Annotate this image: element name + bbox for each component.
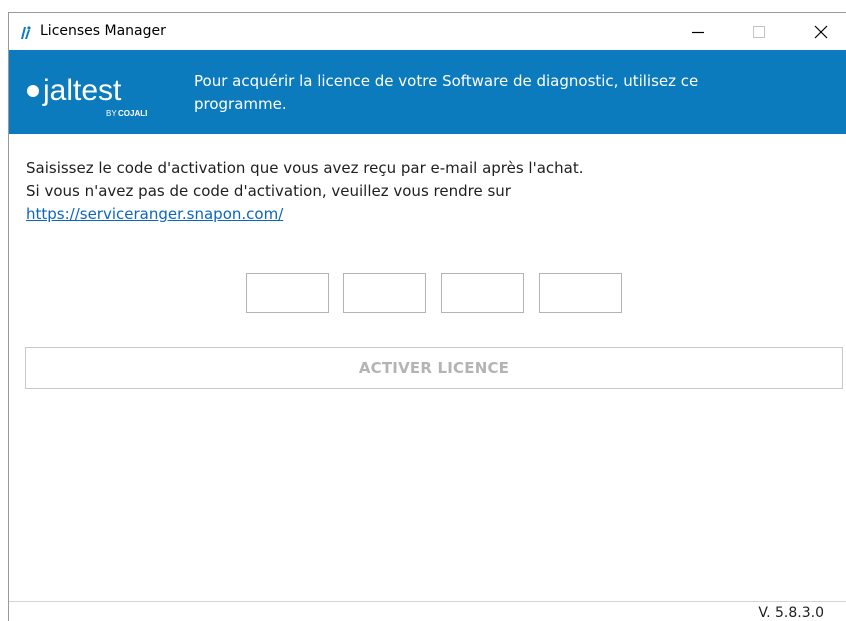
logo-text: jaltest (42, 74, 122, 107)
minimize-icon (692, 31, 704, 33)
footer-divider (9, 601, 846, 602)
minimize-button[interactable] (675, 13, 721, 50)
close-icon (814, 25, 828, 38)
maximize-icon (753, 25, 765, 38)
title-bar[interactable]: Licenses Manager (9, 13, 846, 50)
header-message-line1: Pour acquérir la licence de votre Softwa… (194, 72, 699, 90)
version-label: V. 5.8.3.0 (758, 605, 824, 621)
logo-sub-prefix: BY (106, 109, 117, 118)
logo-dot-icon (27, 85, 39, 97)
maximize-button[interactable] (736, 13, 782, 50)
header-message-line2: programme. (194, 95, 287, 113)
app-icon (18, 25, 32, 39)
jaltest-logo: jaltest BY COJALI (26, 70, 186, 120)
activation-code-part-2[interactable] (343, 273, 426, 313)
activation-code-part-3[interactable] (441, 273, 524, 313)
header-message: Pour acquérir la licence de votre Softwa… (194, 70, 794, 116)
window-title: Licenses Manager (40, 23, 166, 39)
header-banner: jaltest BY COJALI Pour acquérir la licen… (9, 50, 846, 134)
instructions: Saisissez le code d'activation que vous … (26, 157, 826, 226)
instructions-line1: Saisissez le code d'activation que vous … (26, 159, 584, 177)
serviceranger-link[interactable]: https://serviceranger.snapon.com/ (26, 205, 283, 223)
activate-license-button[interactable]: ACTIVER LICENCE (25, 347, 843, 389)
close-button[interactable] (798, 13, 844, 50)
instructions-line2: Si vous n'avez pas de code d'activation,… (26, 182, 511, 200)
licenses-manager-window: Licenses Manager jaltest BY COJALI Pour … (8, 12, 846, 621)
activation-code-part-1[interactable] (246, 273, 329, 313)
logo-sub-brand: COJALI (118, 109, 147, 118)
activation-code-part-4[interactable] (539, 273, 622, 313)
